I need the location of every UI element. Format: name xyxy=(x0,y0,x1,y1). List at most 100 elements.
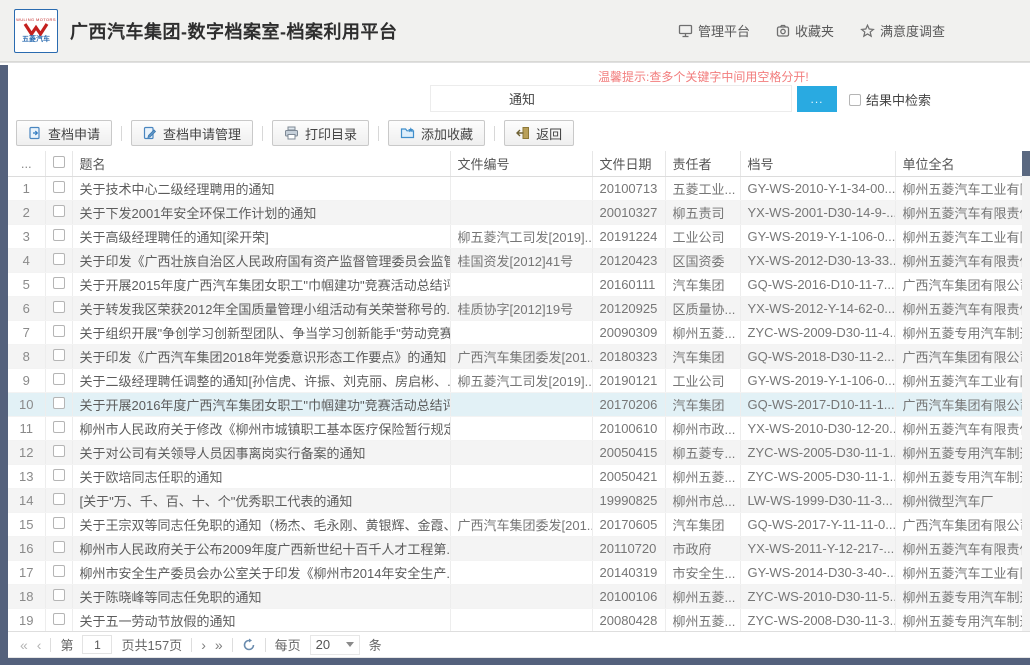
cell-title[interactable]: 关于高级经理聘任的通知[梁开荣] xyxy=(72,224,450,248)
table-row[interactable]: 11 柳州市人民政府关于修改《柳州市城镇职工基本医疗保险暂行规定... 2010… xyxy=(8,416,1022,440)
first-page-button[interactable]: « xyxy=(20,638,28,652)
table-row[interactable]: 9 关于二级经理聘任调整的通知[孙信虎、许振、刘克丽、房启彬、... 柳五菱汽工… xyxy=(8,368,1022,392)
cell-unit-name: 广西汽车集团有限公司 xyxy=(895,344,1022,368)
prev-page-button[interactable]: ‹ xyxy=(37,638,42,652)
cell-unit-name: 柳州五菱专用汽车制造... xyxy=(895,584,1022,608)
row-checkbox[interactable] xyxy=(53,613,65,625)
table-row[interactable]: 19 关于五一劳动节放假的通知 20080428 柳州五菱... ZYC-WS-… xyxy=(8,608,1022,631)
cell-author: 区质量协... xyxy=(665,296,740,320)
cell-title[interactable]: 柳州市人民政府关于公布2009年度广西新世纪十百千人才工程第... xyxy=(72,536,450,560)
row-checkbox[interactable] xyxy=(53,565,65,577)
refresh-button[interactable] xyxy=(242,638,256,652)
search-more-button[interactable]: ... xyxy=(797,86,837,112)
table-row[interactable]: 3 关于高级经理聘任的通知[梁开荣] 柳五菱汽工司发[2019]... 2019… xyxy=(8,224,1022,248)
cell-title[interactable]: 柳州市安全生产委员会办公室关于印发《柳州市2014年安全生产... xyxy=(72,560,450,584)
table-row[interactable]: 1 关于技术中心二级经理聘用的通知 20100713 五菱工业... GY-WS… xyxy=(8,176,1022,200)
row-checkbox[interactable] xyxy=(53,181,65,193)
menu-favorites[interactable]: 收藏夹 xyxy=(776,21,834,40)
next-page-button[interactable]: › xyxy=(201,638,206,652)
table-row[interactable]: 12 关于对公司有关领导人员因事离岗实行备案的通知 20050415 柳五菱专.… xyxy=(8,440,1022,464)
table-row[interactable]: 17 柳州市安全生产委员会办公室关于印发《柳州市2014年安全生产... 201… xyxy=(8,560,1022,584)
cell-unit-name: 柳州五菱汽车有限责任... xyxy=(895,416,1022,440)
per-page-suffix-label: 条 xyxy=(369,635,382,654)
table-row[interactable]: 7 关于组织开展"争创学习创新型团队、争当学习创新能手"劳动竞赛... 2009… xyxy=(8,320,1022,344)
table-row[interactable]: 14 [关于"万、千、百、十、个"优秀职工代表的通知 19990825 柳州市总… xyxy=(8,488,1022,512)
cell-title[interactable]: 关于下发2001年安全环保工作计划的通知 xyxy=(72,200,450,224)
cell-title[interactable]: 关于组织开展"争创学习创新型团队、争当学习创新能手"劳动竞赛... xyxy=(72,320,450,344)
cell-title[interactable]: 关于王宗双等同志任免职的通知（杨杰、毛永刚、黄银辉、金霞、... xyxy=(72,512,450,536)
page-number-input[interactable] xyxy=(82,635,112,654)
column-header-doc-number: 文件编号 xyxy=(450,151,592,176)
cell-file-number: LW-WS-1999-D30-11-3... xyxy=(740,488,895,512)
menu-satisfaction-survey[interactable]: 满意度调查 xyxy=(860,21,945,40)
table-row[interactable]: 15 关于王宗双等同志任免职的通知（杨杰、毛永刚、黄银辉、金霞、... 广西汽车… xyxy=(8,512,1022,536)
row-checkbox[interactable] xyxy=(53,253,65,265)
row-checkbox[interactable] xyxy=(53,493,65,505)
row-checkbox[interactable] xyxy=(53,421,65,433)
cell-title[interactable]: 关于转发我区荣获2012年全国质量管理小组活动有关荣誉称号的... xyxy=(72,296,450,320)
row-checkbox[interactable] xyxy=(53,541,65,553)
table-row[interactable]: 8 关于印发《广西汽车集团2018年党委意识形态工作要点》的通知 广西汽车集团委… xyxy=(8,344,1022,368)
cell-title[interactable]: 柳州市人民政府关于修改《柳州市城镇职工基本医疗保险暂行规定... xyxy=(72,416,450,440)
table-row[interactable]: 18 关于陈晓峰等同志任免职的通知 20100106 柳州五菱... ZYC-W… xyxy=(8,584,1022,608)
scrollbar-thumb[interactable] xyxy=(1022,151,1030,176)
table-row[interactable]: 6 关于转发我区荣获2012年全国质量管理小组活动有关荣誉称号的... 桂质协字… xyxy=(8,296,1022,320)
search-in-results-checkbox[interactable] xyxy=(849,94,861,106)
column-header-title: 题名 xyxy=(72,151,450,176)
cell-file-number: YX-WS-2001-D30-14-9-... xyxy=(740,200,895,224)
cell-title[interactable]: [关于"万、千、百、十、个"优秀职工代表的通知 xyxy=(72,488,450,512)
cell-date: 20180323 xyxy=(592,344,665,368)
cell-date: 20090309 xyxy=(592,320,665,344)
row-checkbox[interactable] xyxy=(53,229,65,241)
vertical-scrollbar[interactable] xyxy=(1022,151,1030,631)
row-checkbox[interactable] xyxy=(53,349,65,361)
row-checkbox-cell xyxy=(45,344,72,368)
archive-request-button[interactable]: 查档申请 xyxy=(16,120,112,146)
row-checkbox[interactable] xyxy=(53,445,65,457)
pager-separator xyxy=(191,638,192,652)
table-row[interactable]: 10 关于开展2016年度广西汽车集团女职工"巾帼建功"竞赛活动总结评... 2… xyxy=(8,392,1022,416)
cell-title[interactable]: 关于开展2016年度广西汽车集团女职工"巾帼建功"竞赛活动总结评... xyxy=(72,392,450,416)
table-row[interactable]: 16 柳州市人民政府关于公布2009年度广西新世纪十百千人才工程第... 201… xyxy=(8,536,1022,560)
table-row[interactable]: 5 关于开展2015年度广西汽车集团女职工"巾帼建功"竞赛活动总结评... 20… xyxy=(8,272,1022,296)
print-catalog-button[interactable]: 打印目录 xyxy=(272,120,369,146)
cell-doc-number xyxy=(450,464,592,488)
cell-title[interactable]: 关于对公司有关领导人员因事离岗实行备案的通知 xyxy=(72,440,450,464)
select-all-checkbox[interactable] xyxy=(53,156,65,168)
cell-title[interactable]: 关于技术中心二级经理聘用的通知 xyxy=(72,176,450,200)
table-row[interactable]: 13 关于欧培同志任职的通知 20050421 柳州五菱... ZYC-WS-2… xyxy=(8,464,1022,488)
row-checkbox[interactable] xyxy=(53,205,65,217)
table-row[interactable]: 2 关于下发2001年安全环保工作计划的通知 20010327 柳五责司 YX-… xyxy=(8,200,1022,224)
archive-request-manage-button[interactable]: 查档申请管理 xyxy=(131,120,253,146)
row-checkbox[interactable] xyxy=(53,373,65,385)
row-checkbox[interactable] xyxy=(53,397,65,409)
cell-title[interactable]: 关于陈晓峰等同志任免职的通知 xyxy=(72,584,450,608)
row-checkbox[interactable] xyxy=(53,469,65,481)
row-checkbox[interactable] xyxy=(53,301,65,313)
row-checkbox[interactable] xyxy=(53,325,65,337)
add-favorite-button[interactable]: 添加收藏 xyxy=(388,120,485,146)
cell-title[interactable]: 关于印发《广西壮族自治区人民政府国有资产监督管理委员会监管... xyxy=(72,248,450,272)
table-row[interactable]: 4 关于印发《广西壮族自治区人民政府国有资产监督管理委员会监管... 桂国资发[… xyxy=(8,248,1022,272)
results-table: ... 题名 文件编号 文件日期 责任者 档号 单位全名 1 关于技术中心二级经… xyxy=(8,151,1022,631)
per-page-value: 20 xyxy=(316,637,330,652)
back-button[interactable]: 返回 xyxy=(504,120,574,146)
menu-admin-platform[interactable]: 管理平台 xyxy=(678,21,750,40)
button-label: 返回 xyxy=(536,124,562,143)
cell-title[interactable]: 关于开展2015年度广西汽车集团女职工"巾帼建功"竞赛活动总结评... xyxy=(72,272,450,296)
per-page-select[interactable]: 20 xyxy=(310,635,360,655)
search-input[interactable] xyxy=(430,85,792,112)
column-header-index: ... xyxy=(8,151,45,176)
row-checkbox-cell xyxy=(45,440,72,464)
row-checkbox-cell xyxy=(45,512,72,536)
row-checkbox[interactable] xyxy=(53,517,65,529)
row-checkbox[interactable] xyxy=(53,589,65,601)
cell-title[interactable]: 关于二级经理聘任调整的通知[孙信虎、许振、刘克丽、房启彬、... xyxy=(72,368,450,392)
cell-doc-number xyxy=(450,608,592,631)
row-checkbox[interactable] xyxy=(53,277,65,289)
folder-star-icon xyxy=(400,126,415,140)
cell-title[interactable]: 关于五一劳动节放假的通知 xyxy=(72,608,450,631)
cell-title[interactable]: 关于欧培同志任职的通知 xyxy=(72,464,450,488)
last-page-button[interactable]: » xyxy=(215,638,223,652)
cell-title[interactable]: 关于印发《广西汽车集团2018年党委意识形态工作要点》的通知 xyxy=(72,344,450,368)
